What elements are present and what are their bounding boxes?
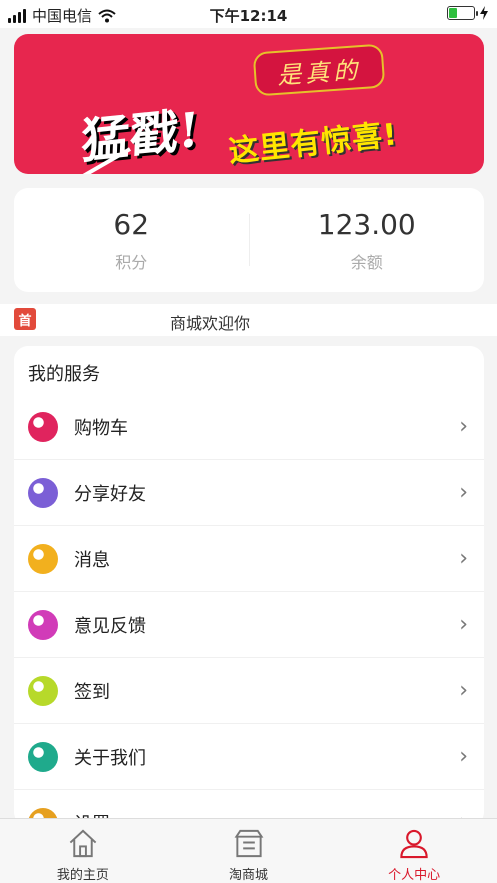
chevron-right-icon: › bbox=[459, 414, 468, 439]
points-value: 62 bbox=[113, 207, 150, 241]
tab-home-label: 我的主页 bbox=[56, 868, 109, 883]
candy-striped-icon bbox=[28, 477, 58, 508]
service-item[interactable]: 关于我们 › bbox=[14, 724, 484, 790]
service-item[interactable]: 分享好友 › bbox=[14, 460, 484, 526]
status-time: 下午12:14 bbox=[209, 7, 288, 25]
tab-profile-label: 个人中心 bbox=[388, 868, 441, 883]
candy-red-icon bbox=[28, 411, 58, 442]
service-item[interactable]: 消息 › bbox=[14, 526, 484, 592]
tab-store[interactable]: 淘商城 bbox=[166, 819, 332, 883]
chevron-right-icon: › bbox=[459, 744, 468, 769]
stats-card: 62 积分 123.00 余额 bbox=[14, 188, 484, 292]
service-item-label: 意见反馈 bbox=[74, 615, 146, 637]
banner-bubble-text: 是真的 bbox=[252, 43, 386, 97]
services-title: 我的服务 bbox=[28, 364, 100, 385]
service-item-label: 签到 bbox=[74, 681, 110, 703]
candy-swirl-icon bbox=[28, 741, 58, 772]
service-item[interactable]: 购物车 › bbox=[14, 394, 484, 460]
banner-main-text: 猛戳! bbox=[80, 102, 201, 170]
tab-home[interactable]: 我的主页 bbox=[0, 819, 166, 883]
star-icon bbox=[28, 675, 58, 706]
home-icon bbox=[69, 829, 97, 858]
tab-profile[interactable]: 个人中心 bbox=[331, 819, 497, 883]
candy-pink-icon bbox=[28, 609, 58, 640]
chevron-right-icon: › bbox=[459, 546, 468, 571]
banner-sub-text: 这里有惊喜! bbox=[227, 117, 400, 170]
service-item-label: 分享好友 bbox=[74, 483, 146, 505]
store-icon bbox=[234, 829, 263, 858]
service-item[interactable]: 意见反馈 › bbox=[14, 592, 484, 658]
status-bar: 中国电信 下午12:14 bbox=[0, 0, 497, 28]
battery-level bbox=[449, 8, 458, 18]
service-item-label: 消息 bbox=[74, 549, 110, 571]
points-label: 积分 bbox=[115, 252, 148, 272]
notice-text: 商城欢迎你 bbox=[170, 314, 251, 333]
tab-store-label: 淘商城 bbox=[229, 868, 269, 883]
chevron-right-icon: › bbox=[459, 480, 468, 505]
promo-banner[interactable]: 是真的 猛戳! 这里有惊喜! bbox=[14, 34, 484, 174]
charging-icon bbox=[480, 6, 488, 20]
user-icon bbox=[400, 829, 428, 859]
candy-wrapped-icon bbox=[28, 543, 58, 574]
stat-balance[interactable]: 123.00 余额 bbox=[250, 188, 485, 292]
chevron-right-icon: › bbox=[459, 678, 468, 703]
services-card: 我的服务 购物车›分享好友›消息›意见反馈›签到›关于我们›设置› bbox=[14, 346, 484, 826]
notice-bar[interactable]: 首 商城欢迎你 bbox=[0, 304, 497, 336]
tab-bar: 我的主页 淘商城 个人中心 bbox=[0, 818, 497, 883]
stat-points[interactable]: 62 积分 bbox=[14, 188, 249, 292]
balance-label: 余额 bbox=[350, 252, 383, 272]
service-item-label: 购物车 bbox=[74, 417, 128, 439]
service-item-label: 关于我们 bbox=[74, 747, 146, 769]
chevron-right-icon: › bbox=[459, 612, 468, 637]
battery-icon bbox=[447, 6, 478, 20]
status-right bbox=[447, 6, 489, 20]
balance-value: 123.00 bbox=[317, 207, 416, 241]
service-item[interactable]: 签到 › bbox=[14, 658, 484, 724]
notice-icon: 首 bbox=[14, 308, 36, 330]
